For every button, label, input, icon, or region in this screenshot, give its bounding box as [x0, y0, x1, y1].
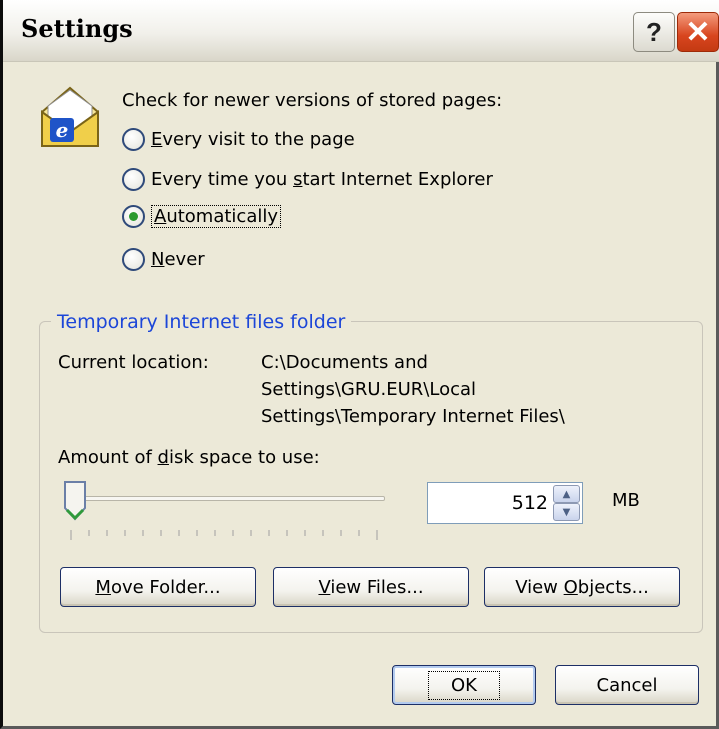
- ok-button[interactable]: OK: [392, 665, 536, 705]
- cancel-button[interactable]: Cancel: [555, 665, 699, 705]
- title-bar[interactable]: Settings ? ✕: [3, 0, 719, 62]
- help-icon: ?: [646, 16, 662, 47]
- radio-button[interactable]: [122, 128, 145, 151]
- disk-space-slider-track[interactable]: [69, 496, 385, 501]
- location-line-2: Settings\GRU.EUR\Local: [261, 379, 477, 400]
- radio-button-selected[interactable]: [122, 205, 145, 228]
- disk-space-input[interactable]: 512 ▲ ▼: [427, 482, 583, 524]
- button-label: Move Folder...: [95, 576, 221, 598]
- view-files-button[interactable]: View Files...: [273, 567, 469, 607]
- window-title: Settings: [21, 14, 133, 43]
- disk-unit-label: MB: [612, 490, 640, 511]
- close-icon: ✕: [685, 15, 711, 49]
- move-folder-button[interactable]: Move Folder...: [60, 567, 256, 607]
- spin-down-button[interactable]: ▼: [553, 503, 580, 521]
- radio-never[interactable]: Never: [122, 248, 205, 271]
- location-line-1: C:\Documents and: [261, 352, 428, 373]
- radio-label: Never: [151, 249, 205, 270]
- radio-label: Every visit to the page: [151, 129, 355, 150]
- radio-button[interactable]: [122, 168, 145, 191]
- radio-every-visit[interactable]: Every visit to the page: [122, 128, 355, 151]
- spin-up-button[interactable]: ▲: [553, 485, 580, 503]
- button-label: OK: [428, 670, 500, 700]
- arrow-down-icon: ▼: [562, 506, 571, 518]
- button-label: View Objects...: [515, 576, 649, 598]
- slider-ticks: [70, 530, 378, 540]
- settings-dialog: Settings ? ✕ e Check for newer versions …: [0, 0, 719, 729]
- arrow-up-icon: ▲: [562, 488, 571, 500]
- internet-explorer-icon: e: [41, 86, 99, 147]
- svg-text:e: e: [56, 118, 69, 142]
- button-label: View Files...: [318, 576, 424, 598]
- help-button[interactable]: ?: [633, 12, 675, 52]
- check-versions-label: Check for newer versions of stored pages…: [122, 90, 503, 111]
- current-location-label: Current location:: [58, 352, 209, 373]
- location-line-3: Settings\Temporary Internet Files\: [261, 406, 565, 427]
- spin-buttons: ▲ ▼: [553, 485, 580, 521]
- close-button[interactable]: ✕: [677, 12, 719, 52]
- radio-selected-dot-icon: [129, 212, 138, 221]
- view-objects-button[interactable]: View Objects...: [484, 567, 680, 607]
- disk-space-value: 512: [511, 492, 548, 514]
- radio-label: Every time you start Internet Explorer: [151, 169, 493, 190]
- groupbox-title: Temporary Internet files folder: [51, 311, 352, 333]
- radio-label: Automatically: [151, 205, 282, 228]
- radio-button[interactable]: [122, 248, 145, 271]
- radio-every-start[interactable]: Every time you start Internet Explorer: [122, 168, 493, 191]
- button-label: Cancel: [596, 674, 658, 696]
- disk-space-label: Amount of disk space to use:: [58, 447, 320, 468]
- slider-thumb[interactable]: [62, 480, 88, 522]
- radio-automatically[interactable]: Automatically: [122, 205, 282, 228]
